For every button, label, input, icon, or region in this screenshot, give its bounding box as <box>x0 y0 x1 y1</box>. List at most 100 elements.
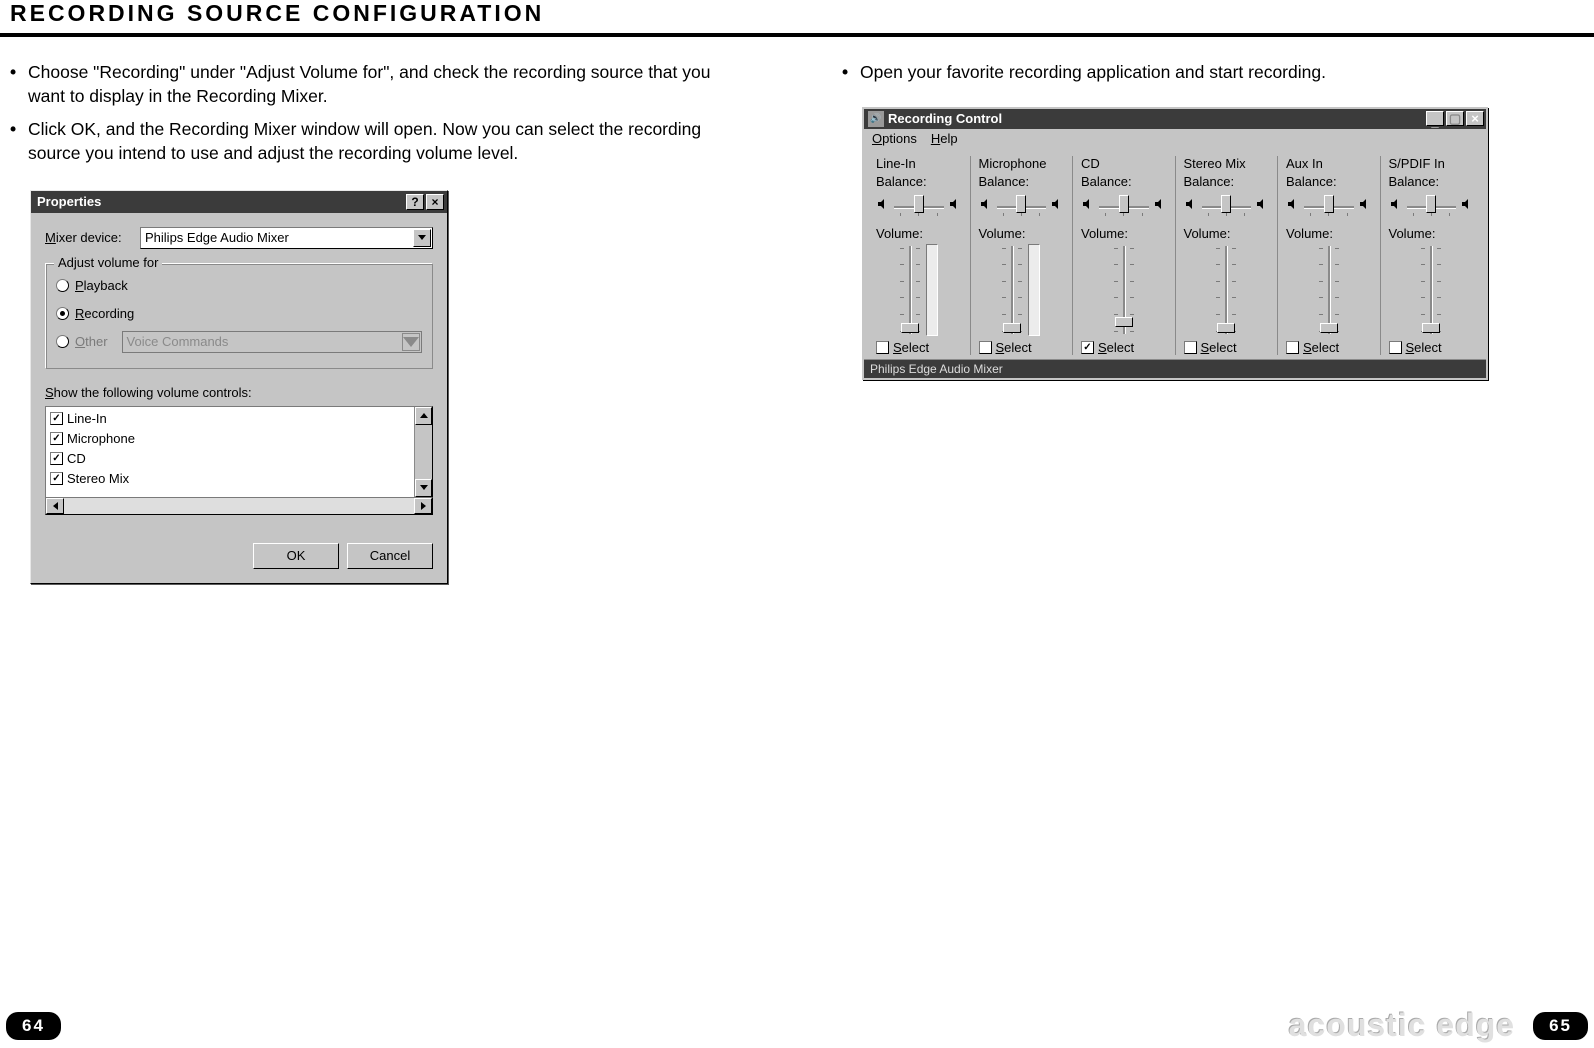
channel-strip: Microphone Balance: Volume: Sele <box>971 156 1074 355</box>
window-titlebar[interactable]: 🔊 Recording Control _ ▢ × <box>864 109 1486 129</box>
slider-thumb[interactable] <box>1115 317 1133 327</box>
page-number-right: 65 <box>1533 1012 1588 1040</box>
slider-thumb[interactable] <box>1016 195 1026 213</box>
volume-slider[interactable] <box>876 244 962 336</box>
select-checkbox-row[interactable]: Select <box>979 340 1065 355</box>
slider-thumb[interactable] <box>1119 195 1129 213</box>
minimize-button[interactable]: _ <box>1426 111 1444 126</box>
menu-options[interactable]: Options <box>872 131 917 146</box>
mixer-device-value: Philips Edge Audio Mixer <box>145 230 289 245</box>
mixer-device-label: Mixer device: <box>45 230 140 245</box>
select-checkbox-row[interactable]: Select <box>876 340 962 355</box>
balance-label: Balance: <box>876 174 962 192</box>
chevron-down-icon <box>403 337 419 347</box>
menu-help[interactable]: Help <box>931 131 958 146</box>
slider-thumb[interactable] <box>1426 195 1436 213</box>
bullet-text: Choose "Recording" under "Adjust Volume … <box>28 61 752 108</box>
balance-slider[interactable] <box>876 192 962 216</box>
recording-control-window: 🔊 Recording Control _ ▢ × Options Help L… <box>862 107 1488 380</box>
page-footer: 64 acoustic edge 65 <box>0 1007 1594 1044</box>
scroll-up-button[interactable] <box>415 407 432 425</box>
dropdown-button[interactable] <box>413 229 431 247</box>
volume-slider[interactable] <box>1184 244 1270 336</box>
select-checkbox-row[interactable]: Select <box>1184 340 1270 355</box>
volume-label: Volume: <box>1286 226 1372 244</box>
select-label: Select <box>996 340 1032 355</box>
radio-playback-row[interactable]: Playback <box>56 272 422 300</box>
slider-thumb[interactable] <box>1324 195 1334 213</box>
slider-thumb[interactable] <box>1320 323 1338 333</box>
chevron-left-icon <box>53 502 58 510</box>
balance-label: Balance: <box>1081 174 1167 192</box>
slider-thumb[interactable] <box>1003 323 1021 333</box>
other-select-value: Voice Commands <box>127 334 229 349</box>
list-item[interactable]: ✓ Line-In <box>50 409 410 429</box>
checkbox-icon[interactable] <box>876 341 889 354</box>
speaker-left-icon <box>1286 197 1300 211</box>
radio-recording-label: Recording <box>75 306 134 321</box>
dialog-titlebar[interactable]: Properties ? × <box>31 191 447 213</box>
balance-slider[interactable] <box>1389 192 1475 216</box>
window-title: Recording Control <box>888 111 1002 126</box>
channel-name: S/PDIF In <box>1389 156 1475 174</box>
checkbox-icon[interactable]: ✓ <box>50 432 63 445</box>
channel-strip: Aux In Balance: Volume: Select <box>1278 156 1381 355</box>
volume-controls-listbox[interactable]: ✓ Line-In ✓ Microphone ✓ CD ✓ <box>45 406 433 498</box>
select-checkbox-row[interactable]: ✓ Select <box>1081 340 1167 355</box>
cancel-button[interactable]: Cancel <box>347 543 433 569</box>
vertical-scrollbar[interactable] <box>414 407 432 497</box>
select-label: Select <box>1303 340 1339 355</box>
select-checkbox-row[interactable]: Select <box>1286 340 1372 355</box>
checkbox-icon[interactable]: ✓ <box>1081 341 1094 354</box>
help-button[interactable]: ? <box>406 194 424 210</box>
channel-name: Aux In <box>1286 156 1372 174</box>
checkbox-icon[interactable] <box>1389 341 1402 354</box>
slider-thumb[interactable] <box>1221 195 1231 213</box>
list-item[interactable]: ✓ Microphone <box>50 429 410 449</box>
scroll-left-button[interactable] <box>46 498 64 514</box>
volume-slider[interactable] <box>1389 244 1475 336</box>
balance-label: Balance: <box>1184 174 1270 192</box>
speaker-right-icon <box>1255 197 1269 211</box>
volume-slider[interactable] <box>1286 244 1372 336</box>
radio-icon[interactable] <box>56 307 69 320</box>
page-title: RECORDING SOURCE CONFIGURATION <box>0 0 1594 37</box>
chevron-right-icon <box>421 502 426 510</box>
bullet-dot: • <box>842 61 860 85</box>
checkbox-icon[interactable]: ✓ <box>50 452 63 465</box>
balance-slider[interactable] <box>1184 192 1270 216</box>
ok-button[interactable]: OK <box>253 543 339 569</box>
bullet-dot: • <box>10 61 28 108</box>
scroll-right-button[interactable] <box>414 498 432 514</box>
chevron-down-icon <box>420 485 428 490</box>
radio-icon[interactable] <box>56 279 69 292</box>
select-checkbox-row[interactable]: Select <box>1389 340 1475 355</box>
other-select: Voice Commands <box>122 331 422 353</box>
close-button[interactable]: × <box>426 194 444 210</box>
radio-icon <box>56 335 69 348</box>
close-button[interactable]: × <box>1466 111 1484 126</box>
mixer-device-select[interactable]: Philips Edge Audio Mixer <box>140 227 433 249</box>
list-item[interactable]: ✓ Stereo Mix <box>50 469 410 489</box>
balance-slider[interactable] <box>1081 192 1167 216</box>
checkbox-icon[interactable]: ✓ <box>50 412 63 425</box>
checkbox-icon[interactable] <box>1184 341 1197 354</box>
list-item[interactable]: ✓ CD <box>50 449 410 469</box>
checkbox-icon[interactable]: ✓ <box>50 472 63 485</box>
slider-thumb[interactable] <box>1422 323 1440 333</box>
volume-slider[interactable] <box>979 244 1065 336</box>
speaker-right-icon <box>1153 197 1167 211</box>
balance-slider[interactable] <box>1286 192 1372 216</box>
scroll-down-button[interactable] <box>415 479 432 497</box>
checkbox-icon[interactable] <box>979 341 992 354</box>
slider-thumb[interactable] <box>901 323 919 333</box>
slider-thumb[interactable] <box>914 195 924 213</box>
checkbox-icon[interactable] <box>1286 341 1299 354</box>
radio-recording-row[interactable]: Recording <box>56 300 422 328</box>
horizontal-scrollbar[interactable] <box>45 497 433 515</box>
slider-thumb[interactable] <box>1217 323 1235 333</box>
volume-slider[interactable] <box>1081 244 1167 336</box>
balance-slider[interactable] <box>979 192 1065 216</box>
balance-label: Balance: <box>979 174 1065 192</box>
channel-strip: Line-In Balance: Volume: Select <box>868 156 971 355</box>
